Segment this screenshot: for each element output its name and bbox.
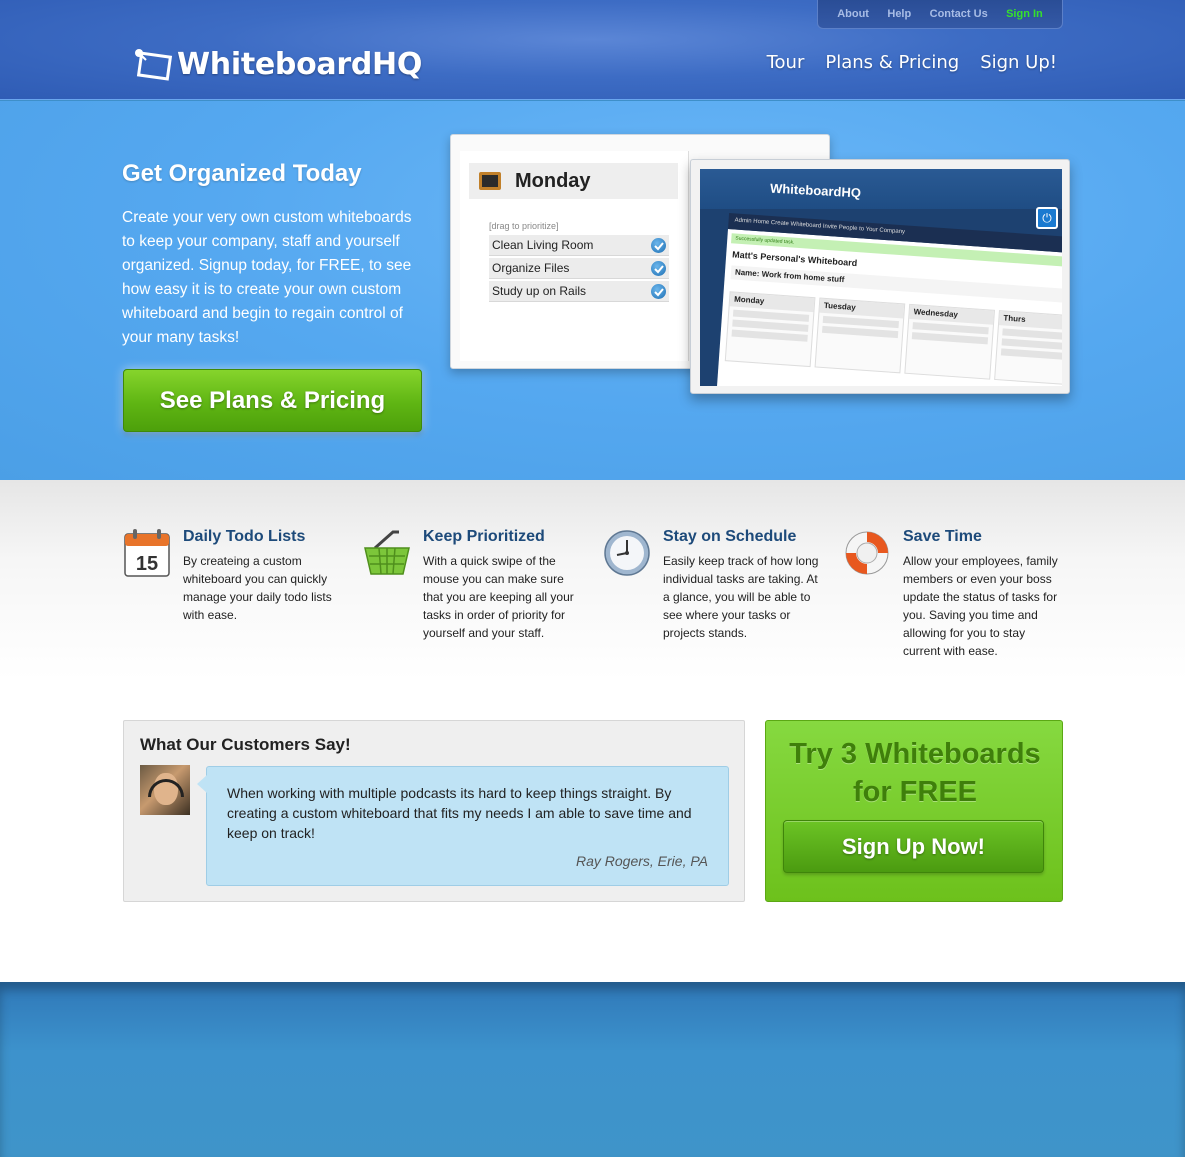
board-icon [479, 172, 501, 190]
site-header: About Help Contact Us Sign In Whiteboard… [0, 0, 1185, 100]
feature-title: Save Time [903, 528, 982, 545]
try-free-title-line1: Try 3 Whiteboards [789, 738, 1041, 770]
lifebuoy-icon [843, 528, 891, 578]
app-day-column: Thurs [994, 310, 1062, 386]
about-link[interactable]: About [837, 8, 869, 20]
calendar-icon: 15 [123, 528, 171, 578]
site-logo[interactable]: WhiteboardHQ [131, 46, 422, 82]
power-icon: ⏻ [1036, 207, 1058, 229]
app-day-title: Monday [729, 292, 815, 313]
feature-title: Daily Todo Lists [183, 528, 306, 545]
screenshot-whiteboard-app: WhiteboardHQ ⏻ Admin Home Create Whitebo… [690, 159, 1070, 394]
sign-up-now-button[interactable]: Sign Up Now! [783, 820, 1044, 873]
app-header: WhiteboardHQ [700, 169, 1062, 209]
nav-plans-pricing[interactable]: Plans & Pricing [825, 52, 959, 73]
app-logo: WhiteboardHQ [769, 180, 862, 201]
utility-nav: About Help Contact Us Sign In [817, 0, 1063, 29]
calendar-day-label: 15 [136, 553, 158, 575]
task-item: Organize Files [489, 257, 669, 279]
app-screen: WhiteboardHQ ⏻ Admin Home Create Whitebo… [700, 169, 1062, 386]
contact-link[interactable]: Contact Us [930, 8, 988, 20]
hero-section: Get Organized Today Create your very own… [0, 101, 1185, 480]
check-icon [651, 238, 666, 253]
avatar [140, 765, 190, 815]
feature-text: By createing a custom whiteboard you can… [183, 554, 332, 622]
help-link[interactable]: Help [887, 8, 911, 20]
task-label: Clean Living Room [492, 238, 594, 252]
app-day-column: Monday [724, 291, 816, 368]
try-free-title-line2: for FREE [852, 776, 978, 808]
check-icon [651, 284, 666, 299]
try-free-title: Try 3 Whiteboards for FREE [766, 735, 1064, 811]
drag-note: [drag to prioritize] [489, 221, 559, 231]
nav-sign-up[interactable]: Sign Up! [980, 52, 1057, 73]
hero-description: Create your very own custom whiteboards … [122, 209, 412, 346]
feature-text: Easily keep track of how long individual… [663, 554, 819, 640]
site-footer [0, 982, 1185, 1157]
task-label: Study up on Rails [492, 284, 587, 298]
sign-in-link[interactable]: Sign In [1006, 8, 1043, 20]
testimonial-box: What Our Customers Say! When working wit… [123, 720, 745, 902]
quote-author: Ray Rogers, Erie, PA [575, 853, 708, 869]
testimonial-title: What Our Customers Say! [140, 735, 351, 754]
main-nav: Tour Plans & Pricing Sign Up! [767, 52, 1057, 73]
basket-icon [363, 528, 411, 578]
content-section: 15 Daily Todo Lists By createing a custo… [0, 480, 1185, 982]
task-item: Clean Living Room [489, 234, 669, 256]
testimonial-quote: When working with multiple podcasts its … [197, 766, 729, 886]
feature-title: Keep Prioritized [423, 528, 545, 545]
feature-text: Allow your employees, family members or … [903, 554, 1058, 658]
quote-text: When working with multiple podcasts its … [227, 785, 692, 841]
app-day-column: Wednesday [904, 303, 996, 380]
try-free-box: Try 3 Whiteboards for FREE Sign Up Now! [765, 720, 1063, 902]
logo-text: WhiteboardHQ [177, 46, 423, 82]
day-panel: Monday [drag to prioritize] Clean Living… [460, 151, 689, 361]
hero-title: Get Organized Today [122, 160, 362, 187]
clock-icon [603, 528, 651, 578]
app-day-title: Wednesday [909, 304, 994, 325]
see-plans-pricing-button[interactable]: See Plans & Pricing [123, 369, 422, 432]
app-board: Admin Home Create Whiteboard Invite Peop… [714, 213, 1062, 386]
app-day-column: Tuesday [814, 297, 906, 374]
feature-text: With a quick swipe of the mouse you can … [423, 554, 574, 640]
app-board-title: Matt's Personal's Whiteboard [731, 249, 858, 269]
app-day-title: Tuesday [819, 298, 905, 319]
day-header: Monday [469, 163, 678, 199]
whiteboard-logo-icon [131, 46, 175, 82]
day-title: Monday [515, 169, 591, 192]
task-item: Study up on Rails [489, 280, 669, 302]
feature-title: Stay on Schedule [663, 528, 797, 545]
check-icon [651, 261, 666, 276]
nav-tour[interactable]: Tour [767, 52, 805, 73]
task-label: Organize Files [492, 261, 570, 275]
